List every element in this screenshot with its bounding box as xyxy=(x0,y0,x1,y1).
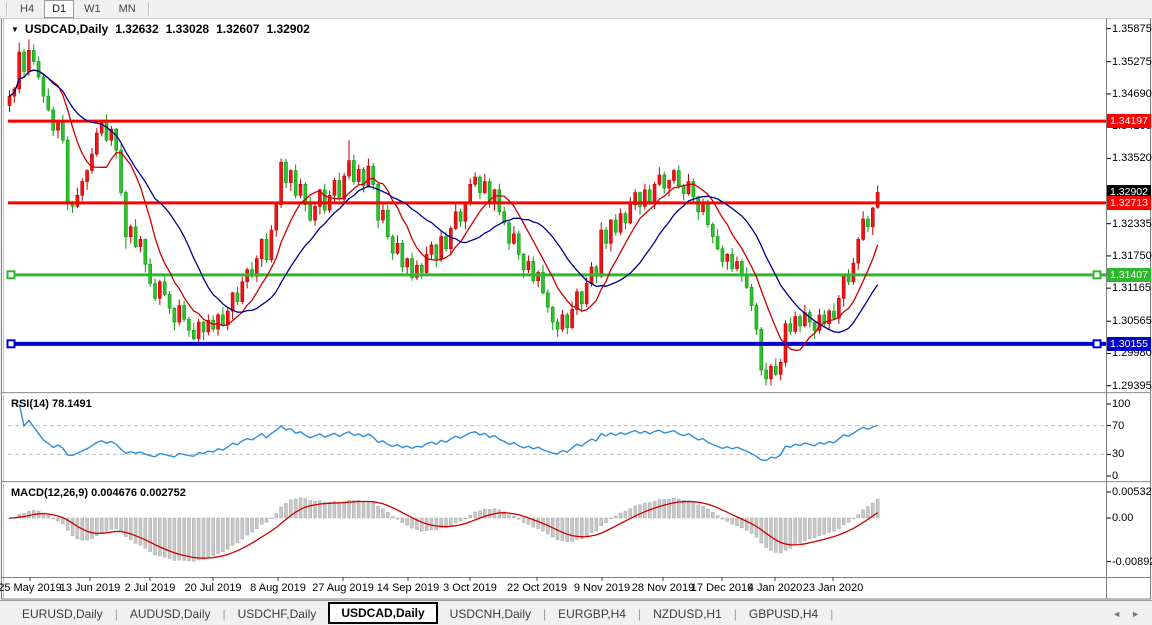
tab-usdchf-daily[interactable]: USDCHF,Daily xyxy=(226,604,329,624)
hline-handle-support-mid[interactable] xyxy=(8,271,15,278)
macd-axis-label: 0.00 xyxy=(1112,512,1133,524)
price-axis-label: 1.33520 xyxy=(1112,152,1152,164)
tab-nzdusd-h1[interactable]: NZDUSD,H1 xyxy=(641,604,734,624)
price-badge-support-mid: 1.31407 xyxy=(1107,268,1151,282)
price-axis-label: 1.31750 xyxy=(1112,250,1152,262)
price-axis-label: 1.29395 xyxy=(1112,380,1152,392)
chart-symbol-title: USDCAD,Daily xyxy=(25,22,108,36)
tab-usdcnh-daily[interactable]: USDCNH,Daily xyxy=(438,604,543,624)
chart-dropdown-caret-icon[interactable]: ▼ xyxy=(11,25,19,34)
date-axis-label: 23 Jan 2020 xyxy=(803,582,864,594)
quote-close: 1.32902 xyxy=(266,22,309,36)
toolbar-separator xyxy=(6,2,8,16)
chart-tab-bar: EURUSD,Daily|AUDUSD,Daily|USDCHF,DailyUS… xyxy=(0,600,1152,625)
date-axis-label: 9 Nov 2019 xyxy=(574,582,630,594)
price-axis-label: 1.32335 xyxy=(1112,218,1152,230)
rsi-axis-label: 30 xyxy=(1112,448,1124,460)
quote-low: 1.32607 xyxy=(216,22,259,36)
date-axis-label: 17 Dec 2019 xyxy=(691,582,753,594)
price-axis-label: 1.34690 xyxy=(1112,88,1152,100)
price-badge-resistance-upper: 1.34197 xyxy=(1107,114,1151,128)
tab-eurgbp-h4[interactable]: EURGBP,H4 xyxy=(546,604,638,624)
date-axis-label: 20 Jul 2019 xyxy=(185,582,242,594)
tab-nav-arrows: ◄► xyxy=(1112,609,1140,619)
date-axis-label: 22 Oct 2019 xyxy=(507,582,567,594)
timeframe-button-w1[interactable]: W1 xyxy=(76,0,109,18)
date-axis-label: 13 Jun 2019 xyxy=(60,582,121,594)
quote-open: 1.32632 xyxy=(115,22,158,36)
timeframe-toolbar: H4D1W1MN xyxy=(0,0,1152,19)
date-axis-label: 28 Nov 2019 xyxy=(632,582,694,594)
timeframe-button-mn[interactable]: MN xyxy=(111,0,144,18)
price-axis-label: 1.35275 xyxy=(1112,56,1152,68)
rsi-axis-label: 0 xyxy=(1112,470,1118,482)
macd-indicator-label: MACD(12,26,9) 0.004676 0.002752 xyxy=(11,487,186,499)
tab-scroll-right-icon[interactable]: ► xyxy=(1131,609,1140,619)
tab-separator-icon: | xyxy=(830,607,833,621)
date-axis-label: 8 Aug 2019 xyxy=(250,582,306,594)
date-axis-label: 27 Aug 2019 xyxy=(312,582,374,594)
quote-high: 1.33028 xyxy=(166,22,209,36)
price-axis-label: 1.35875 xyxy=(1112,23,1152,35)
price-axis-label: 1.31165 xyxy=(1112,282,1151,294)
macd-axis-label: -0.008929 xyxy=(1112,556,1152,568)
hline-handle-support-lower[interactable] xyxy=(1094,340,1101,347)
price-badge-support-lower: 1.30155 xyxy=(1107,337,1151,351)
macd-axis-label: 0.005324 xyxy=(1112,486,1152,498)
toolbar-separator xyxy=(148,2,150,16)
tab-audusd-daily[interactable]: AUDUSD,Daily xyxy=(118,604,223,624)
timeframe-button-h4[interactable]: H4 xyxy=(12,0,42,18)
hline-handle-support-mid[interactable] xyxy=(1094,271,1101,278)
tab-gbpusd-h4[interactable]: GBPUSD,H4 xyxy=(737,604,830,624)
price-badge-resistance-lower: 1.32713 xyxy=(1107,196,1151,210)
chart-title-row: ▼ USDCAD,Daily 1.32632 1.33028 1.32607 1… xyxy=(11,22,310,36)
date-axis-label: 14 Sep 2019 xyxy=(377,582,439,594)
tab-scroll-left-icon[interactable]: ◄ xyxy=(1112,609,1121,619)
tab-usdcad-daily[interactable]: USDCAD,Daily xyxy=(328,602,437,624)
date-axis-label: 25 May 2019 xyxy=(0,582,62,594)
date-axis-label: 4 Jan 2020 xyxy=(748,582,802,594)
tab-eurusd-daily[interactable]: EURUSD,Daily xyxy=(10,604,115,624)
hline-handle-support-lower[interactable] xyxy=(8,340,15,347)
trading-terminal-window: H4D1W1MN ▼ USDCAD,Daily 1.32632 1.33028 … xyxy=(0,0,1152,625)
rsi-indicator-label: RSI(14) 78.1491 xyxy=(11,398,92,410)
chart-canvas[interactable] xyxy=(0,0,1152,625)
date-axis-label: 2 Jul 2019 xyxy=(125,582,176,594)
rsi-axis-label: 70 xyxy=(1112,420,1124,432)
date-axis-label: 3 Oct 2019 xyxy=(443,582,497,594)
rsi-axis-label: 100 xyxy=(1112,398,1130,410)
timeframe-button-d1[interactable]: D1 xyxy=(44,0,74,18)
price-axis-label: 1.30565 xyxy=(1112,315,1152,327)
